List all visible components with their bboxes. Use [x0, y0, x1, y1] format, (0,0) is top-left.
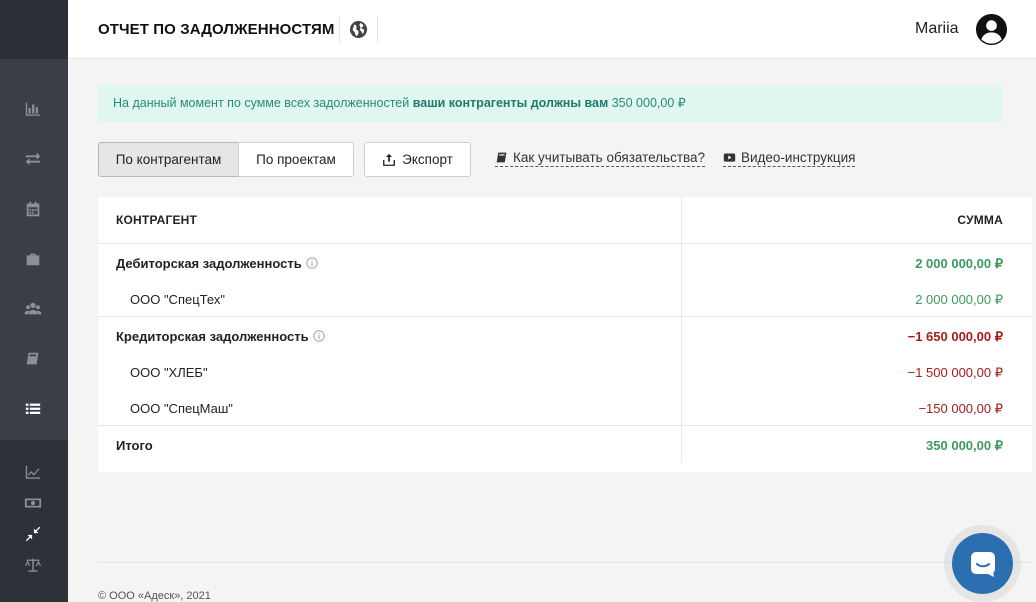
group-label: Кредиторская задолженность: [116, 329, 325, 344]
transfer-icon[interactable]: [22, 148, 44, 170]
notice-prefix: На данный момент по сумме всех задолженн…: [113, 96, 410, 110]
table-row[interactable]: ООО "ХЛЕБ" −1 500 000,00 ₽: [98, 354, 1032, 390]
video-guide-label: Видео-инструкция: [741, 150, 856, 165]
sidebar-logo-area: [0, 0, 68, 59]
row-amount: 2 000 000,00 ₽: [915, 292, 1003, 307]
counterparty-name: ООО "ХЛЕБ": [130, 365, 208, 380]
divider: [98, 316, 1032, 317]
user-avatar-icon[interactable]: [975, 13, 1008, 46]
how-to-link[interactable]: Как учитывать обязательства?: [495, 150, 706, 167]
table-row[interactable]: ООО "СпецТех" 2 000 000,00 ₽: [98, 281, 1032, 317]
footer-divider: [98, 562, 1032, 563]
top-bar: ОТЧЕТ ПО ЗАДОЛЖЕННОСТЯМ Mariia: [68, 0, 1036, 59]
book-icon: [496, 152, 507, 163]
list-icon[interactable]: [22, 398, 44, 420]
column-header-counterparty[interactable]: КОНТРАГЕНТ: [116, 213, 197, 227]
counterparty-name: ООО "СпецТех": [130, 292, 225, 307]
group-label-text: Дебиторская задолженность: [116, 256, 302, 271]
column-header-amount[interactable]: СУММА: [957, 213, 1003, 227]
globe-icon[interactable]: [349, 20, 368, 39]
counterparty-name: ООО "СпецМаш": [130, 401, 233, 416]
notice-emphasis: ваши контрагенты должны вам: [412, 96, 609, 110]
calendar-icon[interactable]: [22, 198, 44, 220]
youtube-icon: [723, 153, 736, 162]
debt-summary-notice: На данный момент по сумме всех задолженн…: [98, 85, 1003, 122]
notice-amount: 350 000,00 ₽: [611, 96, 686, 110]
export-icon: [383, 153, 396, 166]
scales-icon[interactable]: [22, 554, 44, 576]
total-row: Итого 350 000,00 ₽: [98, 427, 1032, 463]
chat-icon: [970, 551, 995, 577]
briefcase-icon[interactable]: [22, 248, 44, 270]
row-amount: −1 500 000,00 ₽: [907, 365, 1003, 380]
users-icon[interactable]: [22, 298, 44, 320]
table-row[interactable]: Кредиторская задолженность −1 650 000,00…: [98, 318, 1032, 354]
page-title: ОТЧЕТ ПО ЗАДОЛЖЕННОСТЯМ: [98, 21, 335, 38]
row-amount: 2 000 000,00 ₽: [915, 256, 1003, 271]
bar-chart-icon[interactable]: [22, 98, 44, 120]
how-to-label: Как учитывать обязательства?: [513, 150, 706, 165]
tab-by-project[interactable]: По проектам: [238, 142, 354, 177]
group-label-text: Кредиторская задолженность: [116, 329, 309, 344]
chat-button[interactable]: [952, 533, 1013, 594]
sidebar: [0, 0, 68, 602]
export-label: Экспорт: [402, 152, 453, 167]
debts-table: КОНТРАГЕНТ СУММА Дебиторская задолженнос…: [98, 197, 1032, 472]
money-icon[interactable]: [22, 492, 44, 514]
divider: [98, 425, 1032, 426]
total-label: Итого: [116, 438, 153, 453]
tab-by-counterparty[interactable]: По контрагентам: [98, 142, 239, 177]
table-row[interactable]: ООО "СпецМаш" −150 000,00 ₽: [98, 390, 1032, 426]
row-amount: −150 000,00 ₽: [918, 401, 1003, 416]
video-guide-link[interactable]: Видео-инструкция: [723, 150, 856, 167]
username[interactable]: Mariia: [915, 20, 959, 38]
book-icon[interactable]: [22, 348, 44, 370]
info-icon[interactable]: [312, 330, 325, 342]
info-icon[interactable]: [306, 257, 318, 269]
divider: [377, 16, 378, 43]
table-row[interactable]: Дебиторская задолженность 2 000 000,00 ₽: [98, 245, 1032, 281]
line-chart-icon[interactable]: [22, 461, 44, 483]
row-amount: −1 650 000,00 ₽: [907, 329, 1003, 344]
group-label: Дебиторская задолженность: [116, 256, 318, 271]
compress-icon[interactable]: [22, 523, 44, 545]
divider: [98, 243, 1032, 244]
total-amount: 350 000,00 ₽: [926, 438, 1003, 453]
copyright: © ООО «Адеск», 2021: [98, 590, 211, 602]
export-button[interactable]: Экспорт: [364, 142, 471, 177]
divider: [339, 16, 340, 43]
